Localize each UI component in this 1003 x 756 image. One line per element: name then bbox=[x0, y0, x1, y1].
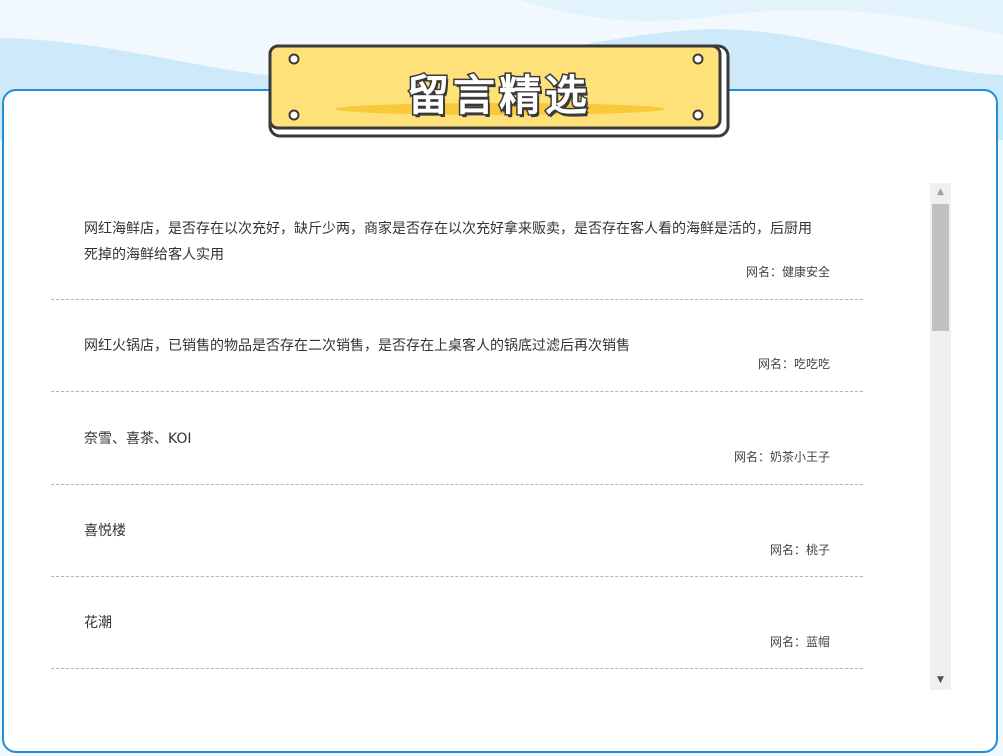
message-list: 网红海鲜店，是否存在以次充好，缺斤少两，商家是否存在以次充好拿来贩卖，是否存在客… bbox=[51, 200, 863, 669]
message-text: 奈雪、喜茶、KOI bbox=[84, 431, 192, 447]
title-badge: 留言精选 bbox=[268, 44, 730, 138]
message-text: 网红海鲜店，是否存在以次充好，缺斤少两，商家是否存在以次充好拿来贩卖，是否存在客… bbox=[84, 221, 812, 263]
message-author: 网名：桃子 bbox=[769, 543, 830, 557]
list-item: 奈雪、喜茶、KOI 网名：奶茶小王子 bbox=[51, 392, 863, 485]
message-text: 喜悦楼 bbox=[84, 523, 126, 539]
message-text: 花潮 bbox=[84, 615, 112, 631]
list-item: 花潮 网名：蓝帽 bbox=[51, 577, 863, 669]
scroll-up-arrow-icon[interactable]: ▲ bbox=[930, 183, 951, 202]
message-author: 网名：奶茶小王子 bbox=[733, 450, 830, 464]
scroll-down-arrow-icon[interactable]: ▼ bbox=[930, 671, 951, 690]
scroll-thumb[interactable] bbox=[932, 204, 949, 331]
vertical-scrollbar[interactable]: ▲ ▼ bbox=[930, 183, 951, 690]
message-author: 网名：蓝帽 bbox=[769, 635, 830, 649]
message-author: 网名：吃吃吃 bbox=[757, 357, 830, 371]
page-title: 留言精选 bbox=[405, 70, 591, 122]
list-item: 网红火锅店，已销售的物品是否存在二次销售，是否存在上桌客人的锅底过滤后再次销售 … bbox=[51, 300, 863, 392]
message-author: 网名：健康安全 bbox=[745, 265, 830, 279]
list-item: 网红海鲜店，是否存在以次充好，缺斤少两，商家是否存在以次充好拿来贩卖，是否存在客… bbox=[51, 200, 863, 300]
message-text: 网红火锅店，已销售的物品是否存在二次销售，是否存在上桌客人的锅底过滤后再次销售 bbox=[84, 338, 630, 354]
list-item: 喜悦楼 网名：桃子 bbox=[51, 485, 863, 577]
